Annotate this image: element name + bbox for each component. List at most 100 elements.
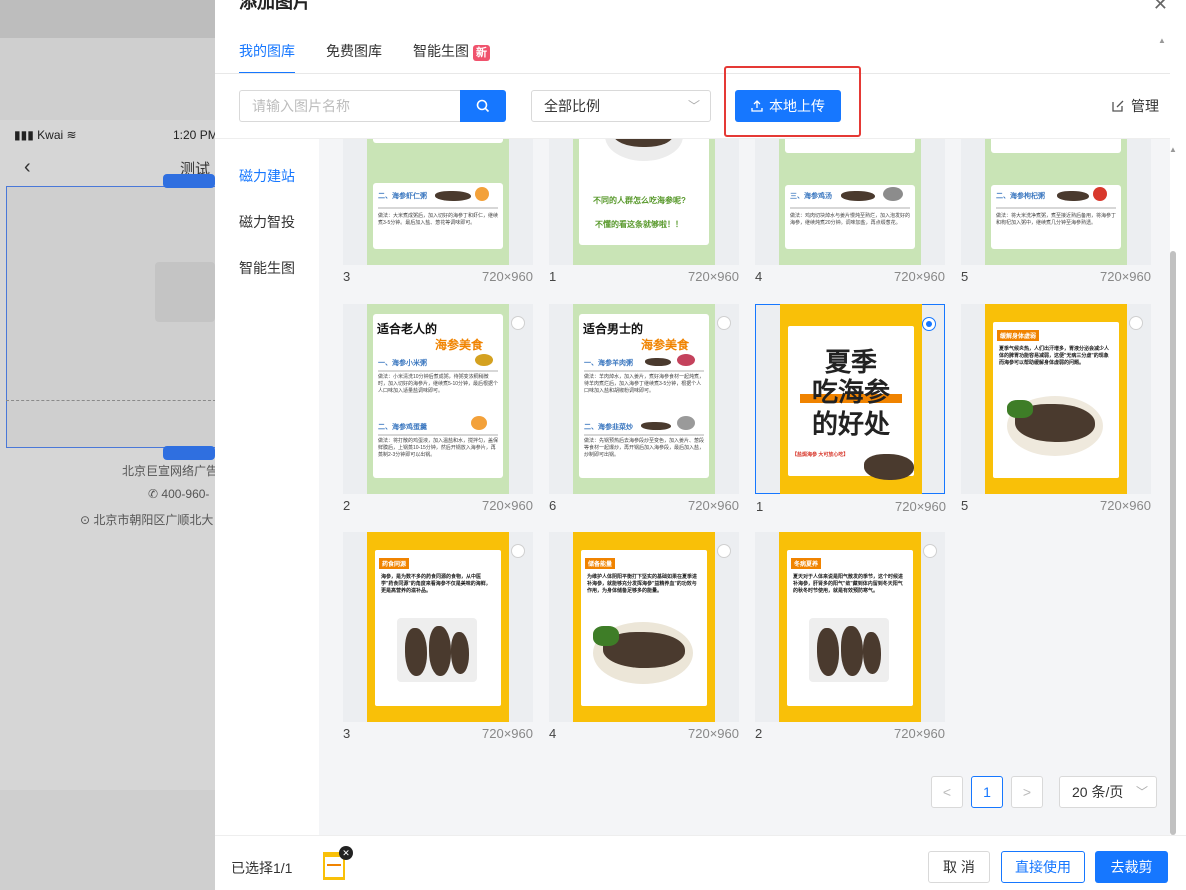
select-radio[interactable]: [717, 544, 731, 558]
status-time: 1:20 PM: [173, 128, 218, 142]
card-meta: 5 720×960: [961, 498, 1151, 518]
card-meta: 1 720×960: [549, 269, 739, 289]
image-card-selected[interactable]: 夏季 吃海参 的好处 【盐焗海参 大可放心吃】 1 720×960: [755, 304, 946, 514]
use-count: 5: [961, 498, 969, 513]
tab-divider: [215, 73, 1170, 74]
use-count: 2: [755, 726, 763, 741]
use-count: 1: [549, 269, 557, 284]
carrier-label: Kwai: [37, 128, 64, 142]
location-icon: ⊙: [80, 513, 94, 527]
thumbnail-text: 不懂的看这条就够啦！！: [595, 220, 683, 229]
remove-selected-icon[interactable]: ✕: [339, 846, 353, 860]
image-placeholder-icon: [155, 262, 215, 322]
ratio-select[interactable]: 全部比例 ﹀: [531, 90, 711, 122]
card-meta: 6 720×960: [549, 498, 739, 518]
search-button[interactable]: [460, 90, 506, 122]
direct-use-button[interactable]: 直接使用: [1001, 851, 1085, 883]
thumbnail-title: 海参美食: [435, 338, 484, 352]
thumbnail: 缓解身体虚弱 夏季气候炎热，人们出汗增多，胃液分泌会减少人体的脾胃功能容易减弱，…: [985, 304, 1127, 494]
next-page-button[interactable]: >: [1011, 776, 1043, 808]
prev-page-button[interactable]: <: [931, 776, 963, 808]
select-radio-checked[interactable]: [922, 317, 936, 331]
image-size: 720×960: [1100, 269, 1151, 284]
scroll-up-icon[interactable]: ▲: [1169, 145, 1177, 154]
back-icon: ‹: [24, 156, 31, 178]
thumbnail: 适合老人的 海参美食 一、海参小米粥 做法：小米清洗10分钟后煮成粥，待粥变浓稠…: [367, 304, 509, 494]
thumbnail: 做法：大米煮成粥后，加入切好的海参和芹菜粒，继续煮3-10分钟，最后加入盐。 二…: [985, 139, 1127, 265]
grid-scrollbar[interactable]: ▲: [1169, 139, 1177, 835]
new-badge: 新: [473, 45, 490, 61]
image-size: 720×960: [1100, 498, 1151, 513]
select-radio[interactable]: [511, 544, 525, 558]
footer-divider: [215, 835, 1186, 836]
use-count: 3: [343, 726, 351, 741]
image-card[interactable]: 冬病夏养 夏天对于人体来说是阳气散发的季节，这个时候进补海参，肝肾多的阳气"敛"…: [755, 532, 945, 741]
thumbnail-title: 适合老人的: [377, 322, 438, 336]
page-size-select[interactable]: 20 条/页 ﹀: [1059, 776, 1157, 808]
thumbnail: 适合男士的 海参美食 一、海参羊肉粥 做法：羊肉焯水，加入姜片，煮好海参食材一起…: [573, 304, 715, 494]
cancel-button[interactable]: 取 消: [928, 851, 990, 883]
scrollbar-thumb[interactable]: [1170, 251, 1176, 835]
use-count: 4: [755, 269, 763, 284]
image-size: 720×960: [482, 726, 533, 741]
tab-free-library[interactable]: 免费图库: [326, 40, 382, 74]
thumbnail: 夏季 吃海参 的好处 【盐焗海参 大可放心吃】: [780, 304, 922, 494]
image-size: 720×960: [482, 498, 533, 513]
close-icon[interactable]: ✕: [1153, 0, 1168, 15]
sidebar-item-ai-generate[interactable]: 智能生图: [239, 258, 295, 278]
modal-title: 添加图片: [239, 0, 311, 12]
image-card[interactable]: 药食同源 海参，是为数不多的药食同源的食物，从中医学"药食同源"的角度来看海参不…: [343, 532, 533, 741]
tab-ai-generate[interactable]: 智能生图新: [413, 40, 490, 74]
image-card[interactable]: 做法：大米煮成粥后，加入切好的海参和芹菜粒，继续煮3-10分钟，最后加入盐。 二…: [961, 139, 1151, 284]
card-meta: 5 720×960: [961, 269, 1151, 289]
card-meta: 4 720×960: [549, 726, 739, 746]
thumbnail-subtitle: 二、海参虾仁粥: [378, 193, 427, 200]
thumbnail-title: 的好处: [811, 409, 890, 439]
canvas-handle-top: [163, 174, 215, 188]
card-meta: 2 720×960: [343, 498, 533, 518]
thumbnail-title: 适合男士的: [583, 322, 644, 336]
thumbnail: 储备能量 为维护人体阴阳平衡打下坚实的基础如果在夏季进补海参，就能够充分发挥海参…: [573, 532, 715, 722]
chevron-down-icon: ﹀: [1135, 785, 1148, 799]
image-card[interactable]: 适合男士的 海参美食 一、海参羊肉粥 做法：羊肉焯水，加入姜片，煮好海参食材一起…: [549, 304, 739, 513]
use-count: 4: [549, 726, 557, 741]
image-name-search-input[interactable]: [239, 90, 461, 122]
tab-my-library[interactable]: 我的图库: [239, 40, 295, 74]
chevron-down-icon: ﹀: [687, 99, 700, 113]
use-count: 3: [343, 269, 351, 284]
use-count: 2: [343, 498, 351, 513]
thumbnail-tag: 药食同源: [379, 558, 410, 569]
company-name: 北京巨宣网络广告: [122, 464, 219, 478]
card-meta: 4 720×960: [755, 269, 945, 289]
select-radio[interactable]: [923, 544, 937, 558]
tab-label: 智能生图: [413, 43, 469, 59]
image-card[interactable]: 储备能量 为维护人体阴阳平衡打下坚实的基础如果在夏季进补海参，就能够充分发挥海参…: [549, 532, 739, 741]
sidebar-item-cili-ads[interactable]: 磁力智投: [239, 212, 295, 232]
outer-scroll-up-icon[interactable]: ▲: [1158, 36, 1166, 45]
image-size: 720×960: [688, 498, 739, 513]
select-radio[interactable]: [1129, 316, 1143, 330]
crop-button[interactable]: 去裁剪: [1095, 851, 1168, 883]
manage-button[interactable]: 管理: [1111, 90, 1159, 122]
thumbnail-tag: 冬病夏养: [791, 558, 822, 569]
use-count: 5: [961, 269, 969, 284]
tab-label: 我的图库: [239, 43, 295, 59]
select-radio[interactable]: [717, 316, 731, 330]
image-size: 720×960: [688, 269, 739, 284]
image-card[interactable]: 缓解身体虚弱 夏季气候炎热，人们出汗增多，胃液分泌会减少人体的脾胃功能容易减弱，…: [961, 304, 1151, 513]
page-1-button[interactable]: 1: [971, 776, 1003, 808]
image-card[interactable]: 不同的人群怎么吃海参呢? 不懂的看这条就够啦！！ 1 720×960: [549, 139, 739, 284]
page-size-value: 20 条/页: [1072, 784, 1124, 800]
select-radio[interactable]: [511, 316, 525, 330]
image-card[interactable]: 做法：排骨焯水后放入胡萝卜、玉米等食材一起炖煮，待排骨熟烂后，再加入泡发好的海参…: [343, 139, 533, 284]
phone-icon: ✆: [148, 487, 162, 501]
selected-count: 已选择1/1: [231, 860, 293, 876]
phone-number-text: 400-960-: [161, 487, 210, 501]
thumbnail-subtitle: 三、海参鸡汤: [790, 193, 832, 200]
canvas-guide: [6, 400, 216, 401]
image-card[interactable]: 适合老人的 海参美食 一、海参小米粥 做法：小米清洗10分钟后煮成粥，待粥变浓稠…: [343, 304, 533, 513]
thumbnail: 冬病夏养 夏天对于人体来说是阳气散发的季节，这个时候进补海参，肝肾多的阳气"敛"…: [779, 532, 921, 722]
address-text: 北京市朝阳区广顺北大: [93, 513, 214, 527]
sidebar-item-cili-site[interactable]: 磁力建站: [239, 166, 295, 186]
image-card[interactable]: 做法：豆腐切块，海参切片，上锅水煮开后放入海参、姜片，煮至海参有一定弹性，待汤色…: [755, 139, 945, 284]
